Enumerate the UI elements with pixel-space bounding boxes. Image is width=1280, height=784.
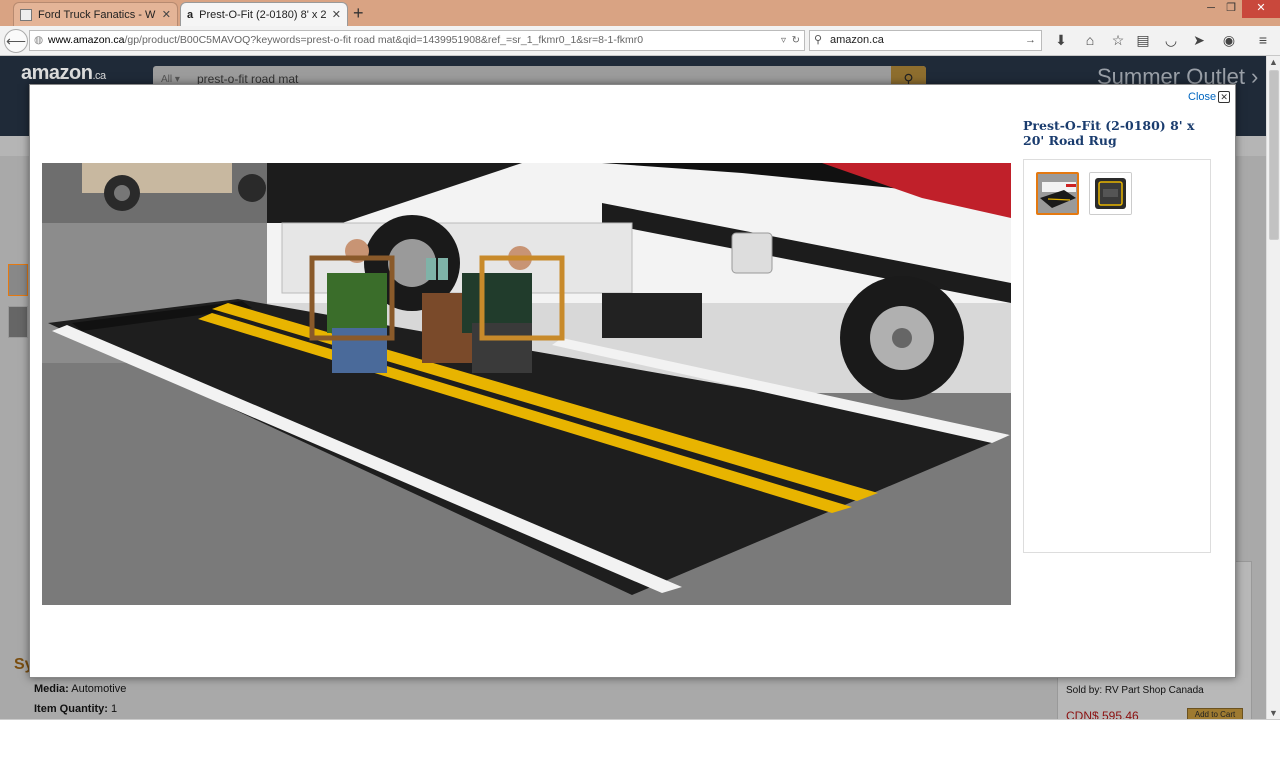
add-to-cart-button[interactable]: Add to Cart bbox=[1187, 708, 1243, 719]
back-button[interactable]: ⟵ bbox=[4, 29, 28, 53]
thumbnail-panel bbox=[1023, 159, 1211, 553]
search-engine-text: amazon.ca bbox=[830, 34, 884, 46]
pocket-icon[interactable]: ◡ bbox=[1162, 32, 1180, 49]
scroll-down-icon[interactable]: ▼ bbox=[1269, 708, 1278, 718]
amazon-logo[interactable]: amazon.ca bbox=[21, 62, 106, 85]
quantity-value: 1 bbox=[111, 703, 118, 715]
media-row: Media: Automotive bbox=[34, 683, 126, 695]
below-viewport-area bbox=[0, 719, 1280, 784]
chat-icon[interactable]: ◉ bbox=[1220, 32, 1238, 49]
media-value: Automotive bbox=[71, 683, 127, 695]
quantity-label: Item Quantity: bbox=[34, 703, 108, 715]
close-label: Close bbox=[1188, 91, 1217, 103]
packaging-thumbnail-image bbox=[1090, 173, 1131, 214]
sold-by-label: Sold by: bbox=[1066, 685, 1103, 696]
quantity-row: Item Quantity: 1 bbox=[34, 703, 117, 715]
close-tab-icon[interactable]: ✕ bbox=[162, 8, 171, 21]
rv-scene-thumbnail-image bbox=[1038, 174, 1077, 213]
menu-icon[interactable]: ≡ bbox=[1254, 32, 1272, 48]
thumbnail-road-rug-scene[interactable] bbox=[1036, 172, 1079, 215]
amazon-favicon-icon: a bbox=[187, 8, 194, 21]
home-icon[interactable]: ⌂ bbox=[1081, 32, 1099, 48]
page-favicon-icon bbox=[20, 8, 32, 21]
globe-icon: ◍ bbox=[34, 34, 44, 46]
browser-window: Ford Truck Fanatics - Who... ✕ a Prest-O… bbox=[0, 0, 1280, 719]
send-icon[interactable]: ➤ bbox=[1190, 32, 1208, 49]
go-arrow-icon[interactable]: → bbox=[1025, 31, 1036, 50]
close-button[interactable]: Close ✕ bbox=[1188, 91, 1231, 103]
scrollbar-thumb[interactable] bbox=[1269, 70, 1279, 240]
url-path: /gp/product/B00C5MAVOQ?keywords=prest-o-… bbox=[124, 34, 644, 46]
image-viewer-modal: Close ✕ Prest-O-Fit (2-0180) 8' x 20' Ro… bbox=[29, 84, 1236, 678]
logo-text: amazon bbox=[21, 62, 93, 84]
rv-road-rug-photo bbox=[42, 163, 1011, 605]
thumbnail-packaging[interactable] bbox=[1089, 172, 1132, 215]
url-host: www.amazon.ca bbox=[48, 34, 125, 46]
tab-title: Prest-O-Fit (2-0180) 8' x 20... bbox=[199, 8, 326, 21]
page-thumbnail-1[interactable] bbox=[8, 264, 28, 296]
download-icon[interactable]: ⬇ bbox=[1052, 32, 1070, 49]
bookmarks-list-icon[interactable]: ▤ bbox=[1134, 32, 1152, 49]
tab-title: Ford Truck Fanatics - Who... bbox=[38, 8, 156, 21]
new-tab-button[interactable]: + bbox=[353, 3, 364, 24]
close-tab-icon[interactable]: ✕ bbox=[332, 8, 341, 21]
seller-link[interactable]: RV Part Shop Canada bbox=[1105, 685, 1204, 696]
reload-icon[interactable]: ▿ ↻ bbox=[781, 31, 800, 50]
close-icon[interactable]: ✕ bbox=[1218, 91, 1231, 103]
price: CDN$ 595.46 bbox=[1066, 709, 1139, 719]
close-window-button[interactable]: ✕ bbox=[1242, 0, 1280, 18]
logo-suffix: .ca bbox=[92, 70, 106, 82]
bookmark-star-icon[interactable]: ☆ bbox=[1109, 32, 1127, 49]
browser-search-field[interactable]: ⚲ amazon.ca → bbox=[809, 30, 1042, 51]
product-main-image bbox=[42, 163, 1011, 605]
title-bar: Ford Truck Fanatics - Who... ✕ a Prest-O… bbox=[0, 0, 1280, 26]
tab-prest-o-fit[interactable]: a Prest-O-Fit (2-0180) 8' x 20... ✕ bbox=[180, 2, 348, 26]
restore-button[interactable]: ❐ bbox=[1222, 0, 1240, 18]
product-title: Prest-O-Fit (2-0180) 8' x 20' Road Rug bbox=[1023, 118, 1195, 148]
media-label: Media: bbox=[34, 683, 69, 695]
scroll-up-icon[interactable]: ▲ bbox=[1269, 57, 1278, 67]
page-scrollbar[interactable]: ▲ ▼ bbox=[1266, 56, 1280, 719]
sold-by-row: Sold by: RV Part Shop Canada bbox=[1066, 685, 1204, 696]
minimize-button[interactable]: ─ bbox=[1200, 0, 1222, 18]
search-icon: ⚲ bbox=[814, 34, 823, 46]
tab-ford-truck-fanatics[interactable]: Ford Truck Fanatics - Who... ✕ bbox=[13, 2, 178, 26]
page-thumbnail-2[interactable] bbox=[8, 306, 28, 338]
address-bar[interactable]: ◍ www.amazon.ca/gp/product/B00C5MAVOQ?ke… bbox=[29, 30, 805, 51]
